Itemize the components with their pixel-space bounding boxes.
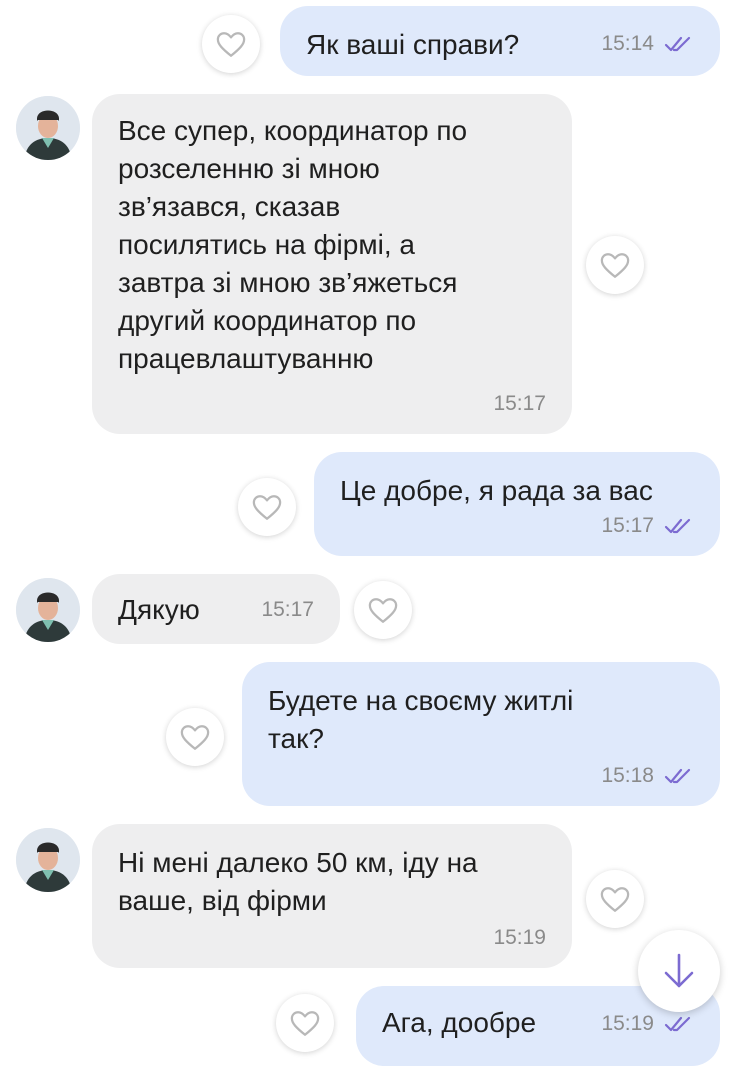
heart-outline-icon[interactable] xyxy=(586,236,644,294)
message-time: 15:17 xyxy=(601,514,654,537)
message-bubble-outgoing[interactable]: Будете на своєму житлі так? 15:18 xyxy=(242,662,720,806)
message-bubble-outgoing[interactable]: Це добре, я рада за вас 15:17 xyxy=(314,452,720,556)
heart-outline-icon[interactable] xyxy=(586,870,644,928)
message-bubble-outgoing[interactable]: Як ваші справи? 15:14 xyxy=(280,6,720,76)
message-text: Ні мені далеко 50 км, іду на ваше, від ф… xyxy=(118,847,478,916)
double-check-icon xyxy=(664,1015,694,1033)
contact-avatar[interactable] xyxy=(16,828,80,892)
message-time: 15:19 xyxy=(601,1012,654,1035)
message-time: 15:14 xyxy=(601,32,654,55)
heart-outline-icon[interactable] xyxy=(276,994,334,1052)
heart-outline-icon[interactable] xyxy=(166,708,224,766)
contact-avatar[interactable] xyxy=(16,96,80,160)
message-bubble-incoming[interactable]: Ні мені далеко 50 км, іду на ваше, від ф… xyxy=(92,824,572,968)
heart-outline-icon[interactable] xyxy=(202,15,260,73)
message-time: 15:18 xyxy=(601,764,654,787)
message-time: 15:19 xyxy=(493,926,546,949)
message-time: 15:17 xyxy=(261,598,314,621)
heart-outline-icon[interactable] xyxy=(354,581,412,639)
heart-outline-icon[interactable] xyxy=(238,478,296,536)
message-time: 15:17 xyxy=(493,392,546,415)
message-text: Все супер, координатор по розселенню зі … xyxy=(118,115,468,374)
message-bubble-incoming[interactable]: Все супер, координатор по розселенню зі … xyxy=(92,94,572,434)
message-text: Це добре, я рада за вас xyxy=(340,475,653,506)
double-check-icon xyxy=(664,35,694,53)
contact-avatar[interactable] xyxy=(16,578,80,642)
double-check-icon xyxy=(664,517,694,535)
scroll-to-bottom-button[interactable] xyxy=(638,930,720,1012)
message-bubble-incoming[interactable]: Дякую 15:17 xyxy=(92,574,340,644)
message-text: Будете на своєму житлі так? xyxy=(268,685,574,754)
double-check-icon xyxy=(664,767,694,785)
arrow-down-icon xyxy=(664,953,694,988)
